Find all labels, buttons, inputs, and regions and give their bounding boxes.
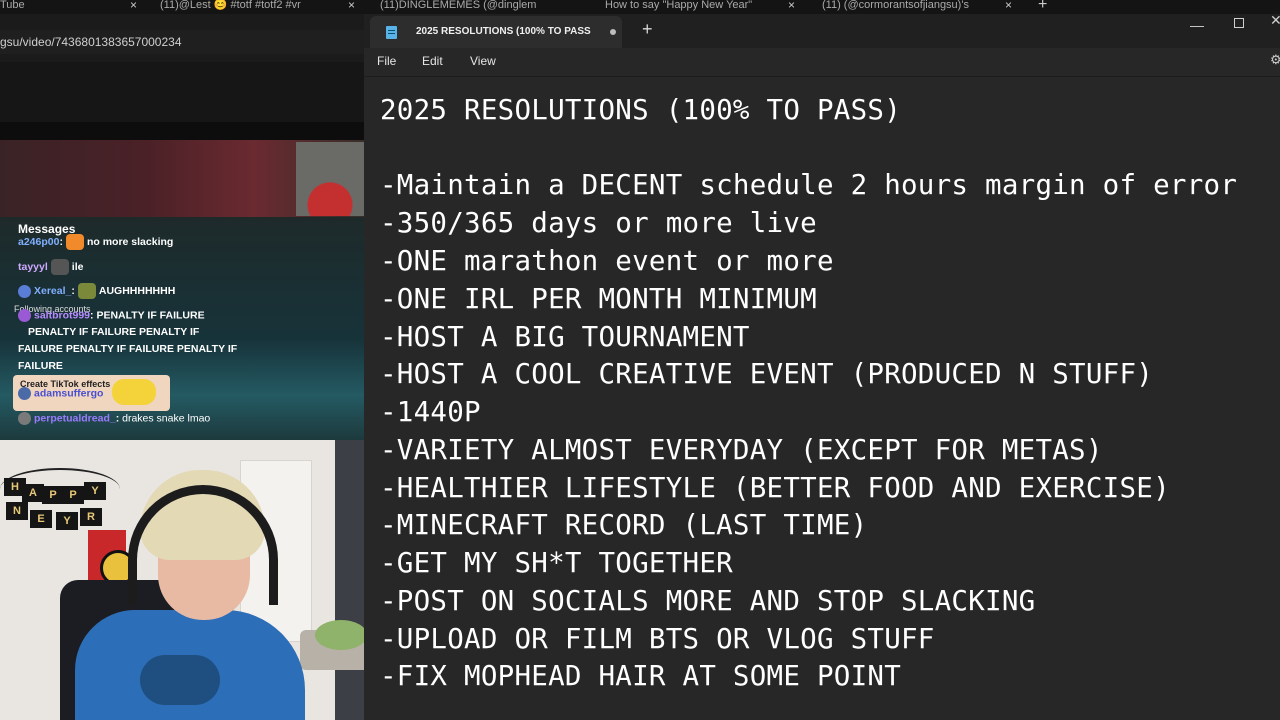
notepad-titlebar: 2025 RESOLUTIONS (100% TO PASS + — ✕ xyxy=(364,12,1280,48)
text-line: -VARIETY ALMOST EVERYDAY (EXCEPT FOR MET… xyxy=(380,434,1103,466)
chat-message: adamsuffergo xyxy=(18,387,103,400)
banner-flag: Y xyxy=(84,482,106,500)
chat-message: FAILURE PENALTY IF FAILURE PENALTY IF xyxy=(18,343,237,355)
badge-icon xyxy=(18,284,31,298)
emote-icon xyxy=(112,379,156,405)
text-line: -UPLOAD OR FILM BTS OR VLOG STUFF xyxy=(380,623,935,655)
close-icon[interactable]: × xyxy=(1005,0,1012,12)
close-icon[interactable]: × xyxy=(788,0,795,12)
chat-username[interactable]: tayyyl xyxy=(18,261,48,273)
address-bar[interactable]: gsu/video/7436801383657000234 xyxy=(0,30,364,54)
banner-flag: Y xyxy=(56,512,78,530)
divider xyxy=(0,122,364,140)
minimize-icon[interactable]: — xyxy=(1190,17,1204,33)
banner-flag: R xyxy=(80,508,102,526)
text-line: -350/365 days or more live xyxy=(380,207,817,239)
browser-tab-label: (11)DINGLEMEMES (@dinglem xyxy=(380,0,537,11)
chat-text: PENALTY IF FAILURE xyxy=(96,309,205,322)
browser-tab[interactable]: (11)DINGLEMEMES (@dinglem xyxy=(380,0,580,14)
notepad-menubar: File Edit View ⚙ xyxy=(364,48,1280,76)
chat-message: tayyyl ile xyxy=(18,259,83,275)
text-line: -1440P xyxy=(380,396,481,428)
menu-view[interactable]: View xyxy=(470,54,496,68)
text-line: -ONE marathon event or more xyxy=(380,245,834,277)
chat-username[interactable]: perpetualdread_ xyxy=(34,412,116,424)
cam-plush-toy xyxy=(315,620,367,650)
maximize-icon[interactable] xyxy=(1234,18,1244,28)
text-line: -HEALTHIER LIFESTYLE (BETTER FOOD AND EX… xyxy=(380,472,1170,504)
browser-tab[interactable]: (11) (@cormorantsofjiangsu)'s xyxy=(822,0,1002,14)
browser-tab-label: Tube xyxy=(0,0,25,11)
browser-tab-label: How to say "Happy New Year" xyxy=(605,0,753,11)
banner-flag: E xyxy=(30,510,52,528)
cam-shirt-print xyxy=(140,655,220,705)
browser-tab[interactable]: How to say "Happy New Year" xyxy=(605,0,775,14)
menu-edit[interactable]: Edit xyxy=(422,54,443,68)
banner-flag: P xyxy=(42,486,64,504)
text-line: 2025 RESOLUTIONS (100% TO PASS) xyxy=(380,94,901,126)
notepad-tab-title: 2025 RESOLUTIONS (100% TO PASS xyxy=(416,26,591,37)
emote-icon xyxy=(65,234,84,250)
text-line: -ONE IRL PER MONTH MINIMUM xyxy=(380,283,817,315)
new-tab-icon[interactable]: + xyxy=(1038,0,1047,14)
webcam-feed: H A P P Y N E Y R xyxy=(0,440,380,720)
text-line: -HOST A COOL CREATIVE EVENT (PRODUCED N … xyxy=(380,358,1154,390)
live-chat-overlay: Messages Following accounts a246p00: no m… xyxy=(0,217,380,440)
unsaved-dot-icon[interactable] xyxy=(610,29,616,35)
chat-text: FAILURE xyxy=(18,360,63,372)
chat-text: FAILURE PENALTY IF FAILURE PENALTY IF xyxy=(18,343,238,355)
badge-icon xyxy=(18,412,31,425)
chat-username[interactable]: a246p00 xyxy=(18,236,59,248)
close-icon[interactable]: × xyxy=(348,0,355,12)
notepad-editor[interactable]: 2025 RESOLUTIONS (100% TO PASS) -Maintai… xyxy=(364,77,1280,720)
browser-tab-label: (11) (@cormorantsofjiangsu)'s xyxy=(822,0,969,11)
notepad-window: 2025 RESOLUTIONS (100% TO PASS + — ✕ Fil… xyxy=(364,12,1280,720)
browser-tab[interactable]: Tube xyxy=(0,0,120,14)
badge-icon xyxy=(18,309,31,322)
emote-icon xyxy=(50,259,69,275)
chat-message: PENALTY IF FAILURE PENALTY IF xyxy=(28,326,199,338)
notepad-file-icon xyxy=(386,26,397,39)
text-line: -GET MY SH*T TOGETHER xyxy=(380,547,733,579)
new-tab-icon[interactable]: + xyxy=(642,19,653,40)
close-icon[interactable]: × xyxy=(130,0,137,12)
text-line: -FIX MOPHEAD HAIR AT SOME POINT xyxy=(380,660,901,692)
chat-message: a246p00: no more slacking xyxy=(18,234,173,250)
chat-text: no more slacking xyxy=(86,235,174,248)
text-line: -Maintain a DECENT schedule 2 hours marg… xyxy=(380,169,1238,201)
text-line: -HOST A BIG TOURNAMENT xyxy=(380,321,750,353)
browser-tab-strip: Tube × (11)@Lest 😊 #totf #totf2 #vr × (1… xyxy=(0,0,1280,14)
browser-tab[interactable]: (11)@Lest 😊 #totf #totf2 #vr xyxy=(160,0,360,14)
close-icon[interactable]: ✕ xyxy=(1270,12,1280,29)
menu-file[interactable]: File xyxy=(377,54,396,68)
video-thumbnail[interactable] xyxy=(296,142,364,216)
banner-flag: N xyxy=(6,502,28,520)
chat-username[interactable]: Xereal_ xyxy=(34,285,71,297)
chat-username[interactable]: saltbrot999 xyxy=(34,309,90,321)
chat-message: Xereal_: AUGHHHHHHH xyxy=(18,283,175,299)
chat-username[interactable]: adamsuffergo xyxy=(34,387,103,399)
chat-text: ile xyxy=(71,260,84,273)
chat-message: saltbrot999: PENALTY IF FAILURE xyxy=(18,309,205,322)
chat-text: AUGHHHHHHH xyxy=(98,284,176,297)
text-line: -POST ON SOCIALS MORE AND STOP SLACKING xyxy=(380,585,1036,617)
emote-icon xyxy=(77,283,96,299)
text-line: -MINECRAFT RECORD (LAST TIME) xyxy=(380,509,868,541)
browser-toolbar-area xyxy=(0,62,364,122)
chat-text: PENALTY IF FAILURE PENALTY IF xyxy=(28,326,200,338)
banner-flag: P xyxy=(62,486,84,504)
chat-message: FAILURE xyxy=(18,360,63,372)
browser-tab-label: (11)@Lest 😊 #totf #totf2 #vr xyxy=(160,0,301,11)
banner-flag: A xyxy=(22,484,44,502)
chat-text: drakes snake lmao xyxy=(122,412,211,425)
notepad-tab[interactable]: 2025 RESOLUTIONS (100% TO PASS xyxy=(370,16,622,48)
chat-message: perpetualdread_: drakes snake lmao xyxy=(18,412,210,425)
settings-icon[interactable]: ⚙ xyxy=(1270,52,1280,68)
badge-icon xyxy=(18,387,31,400)
